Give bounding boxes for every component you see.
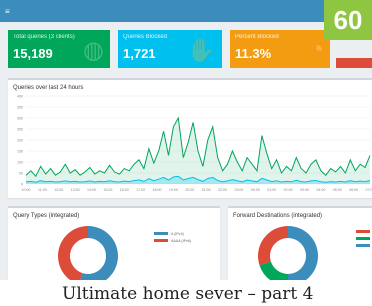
dashboard-screenshot: ≡ Total queries (3 clients) 15,189 ◍ Que… <box>0 0 372 280</box>
legend-swatch <box>356 230 370 233</box>
x-tick-label: 12:00 <box>54 188 63 192</box>
y-tick-label: 150 <box>17 150 23 154</box>
forward-destinations-donut <box>258 226 370 280</box>
pie-icon: ◔ <box>309 36 325 63</box>
forward-destinations-panel: Forward Destinations (integrated) <box>228 206 372 280</box>
y-tick-label: 250 <box>17 128 23 132</box>
card-value: 11.3% <box>235 46 272 61</box>
queries-area-chart: 0 50 100 150 200 250 300 350 400 10:00 11:00 12:00 1… <box>17 95 372 193</box>
x-tick-label: 15:00 <box>103 188 112 192</box>
total-queries-card: Total queries (3 clients) 15,189 ◍ <box>8 30 110 68</box>
card-value: 1,721 <box>123 46 156 61</box>
legend-swatch <box>356 244 370 247</box>
card-value: 15,189 <box>13 46 53 61</box>
y-tick-label: 0 <box>21 183 23 187</box>
card-label: Total queries (3 clients) <box>13 34 75 40</box>
x-tick-label: 03:00 <box>300 188 309 192</box>
card-label: Percent Blocked <box>235 34 279 40</box>
x-tick-label: 20:00 <box>185 188 194 192</box>
donut-slice <box>58 226 88 280</box>
x-tick-label: 14:00 <box>87 188 96 192</box>
y-tick-label: 50 <box>19 172 23 176</box>
card-label: Queries Blocked <box>123 34 168 40</box>
queries-chart-panel: Queries over last 24 hours 0 50 100 150 200 2… <box>8 78 372 198</box>
top-navbar: ≡ <box>0 0 372 22</box>
y-tick-label: 100 <box>17 161 23 165</box>
x-tick-label: 13:00 <box>71 188 80 192</box>
x-tick-label: 04:00 <box>316 188 325 192</box>
donut-slice <box>258 226 288 266</box>
y-tick-label: 350 <box>17 106 23 110</box>
query-types-donut: A (IPv4) AAAA (IPv6) <box>58 226 191 280</box>
queries-blocked-card: Queries Blocked 1,721 ✋ <box>118 30 222 68</box>
x-tick-label: 19:00 <box>169 188 178 192</box>
x-tick-label: 18:00 <box>153 188 162 192</box>
x-tick-label: 01:00 <box>267 188 276 192</box>
y-tick-label: 400 <box>17 95 23 99</box>
x-tick-label: 05:00 <box>333 188 342 192</box>
y-tick-label: 200 <box>17 139 23 143</box>
x-tick-label: 07:00 <box>366 188 372 192</box>
page-number: 60 <box>324 0 372 40</box>
legend-swatch <box>154 239 168 242</box>
legend-swatch <box>356 237 370 240</box>
globe-icon: ◍ <box>83 37 104 64</box>
x-tick-label: 00:00 <box>251 188 260 192</box>
page-caption: Ultimate home sever – part 4 <box>62 284 314 304</box>
y-tick-label: 300 <box>17 117 23 121</box>
legend-swatch <box>154 232 168 235</box>
x-tick-label: 06:00 <box>349 188 358 192</box>
legend-label: A (IPv4) <box>171 232 184 236</box>
x-tick-label: 21:00 <box>202 188 211 192</box>
x-tick-label: 22:00 <box>218 188 227 192</box>
x-tick-label: 11:00 <box>38 188 47 192</box>
query-types-panel: Query Types (integrated) A (IPv4) AAAA (I… <box>8 206 220 280</box>
x-tick-label: 16:00 <box>120 188 129 192</box>
menu-icon[interactable]: ≡ <box>5 8 10 16</box>
x-tick-label: 10:00 <box>22 188 31 192</box>
x-tick-label: 23:00 <box>234 188 243 192</box>
percent-blocked-card: Percent Blocked 11.3% ◔ <box>230 30 330 68</box>
legend-label: AAAA (IPv6) <box>171 239 191 243</box>
hand-icon: ✋ <box>186 37 216 64</box>
donut-slice <box>259 261 288 280</box>
donut-slice <box>288 226 318 280</box>
x-tick-label: 17:00 <box>136 188 145 192</box>
x-tick-label: 02:00 <box>284 188 293 192</box>
domains-card <box>336 58 372 68</box>
